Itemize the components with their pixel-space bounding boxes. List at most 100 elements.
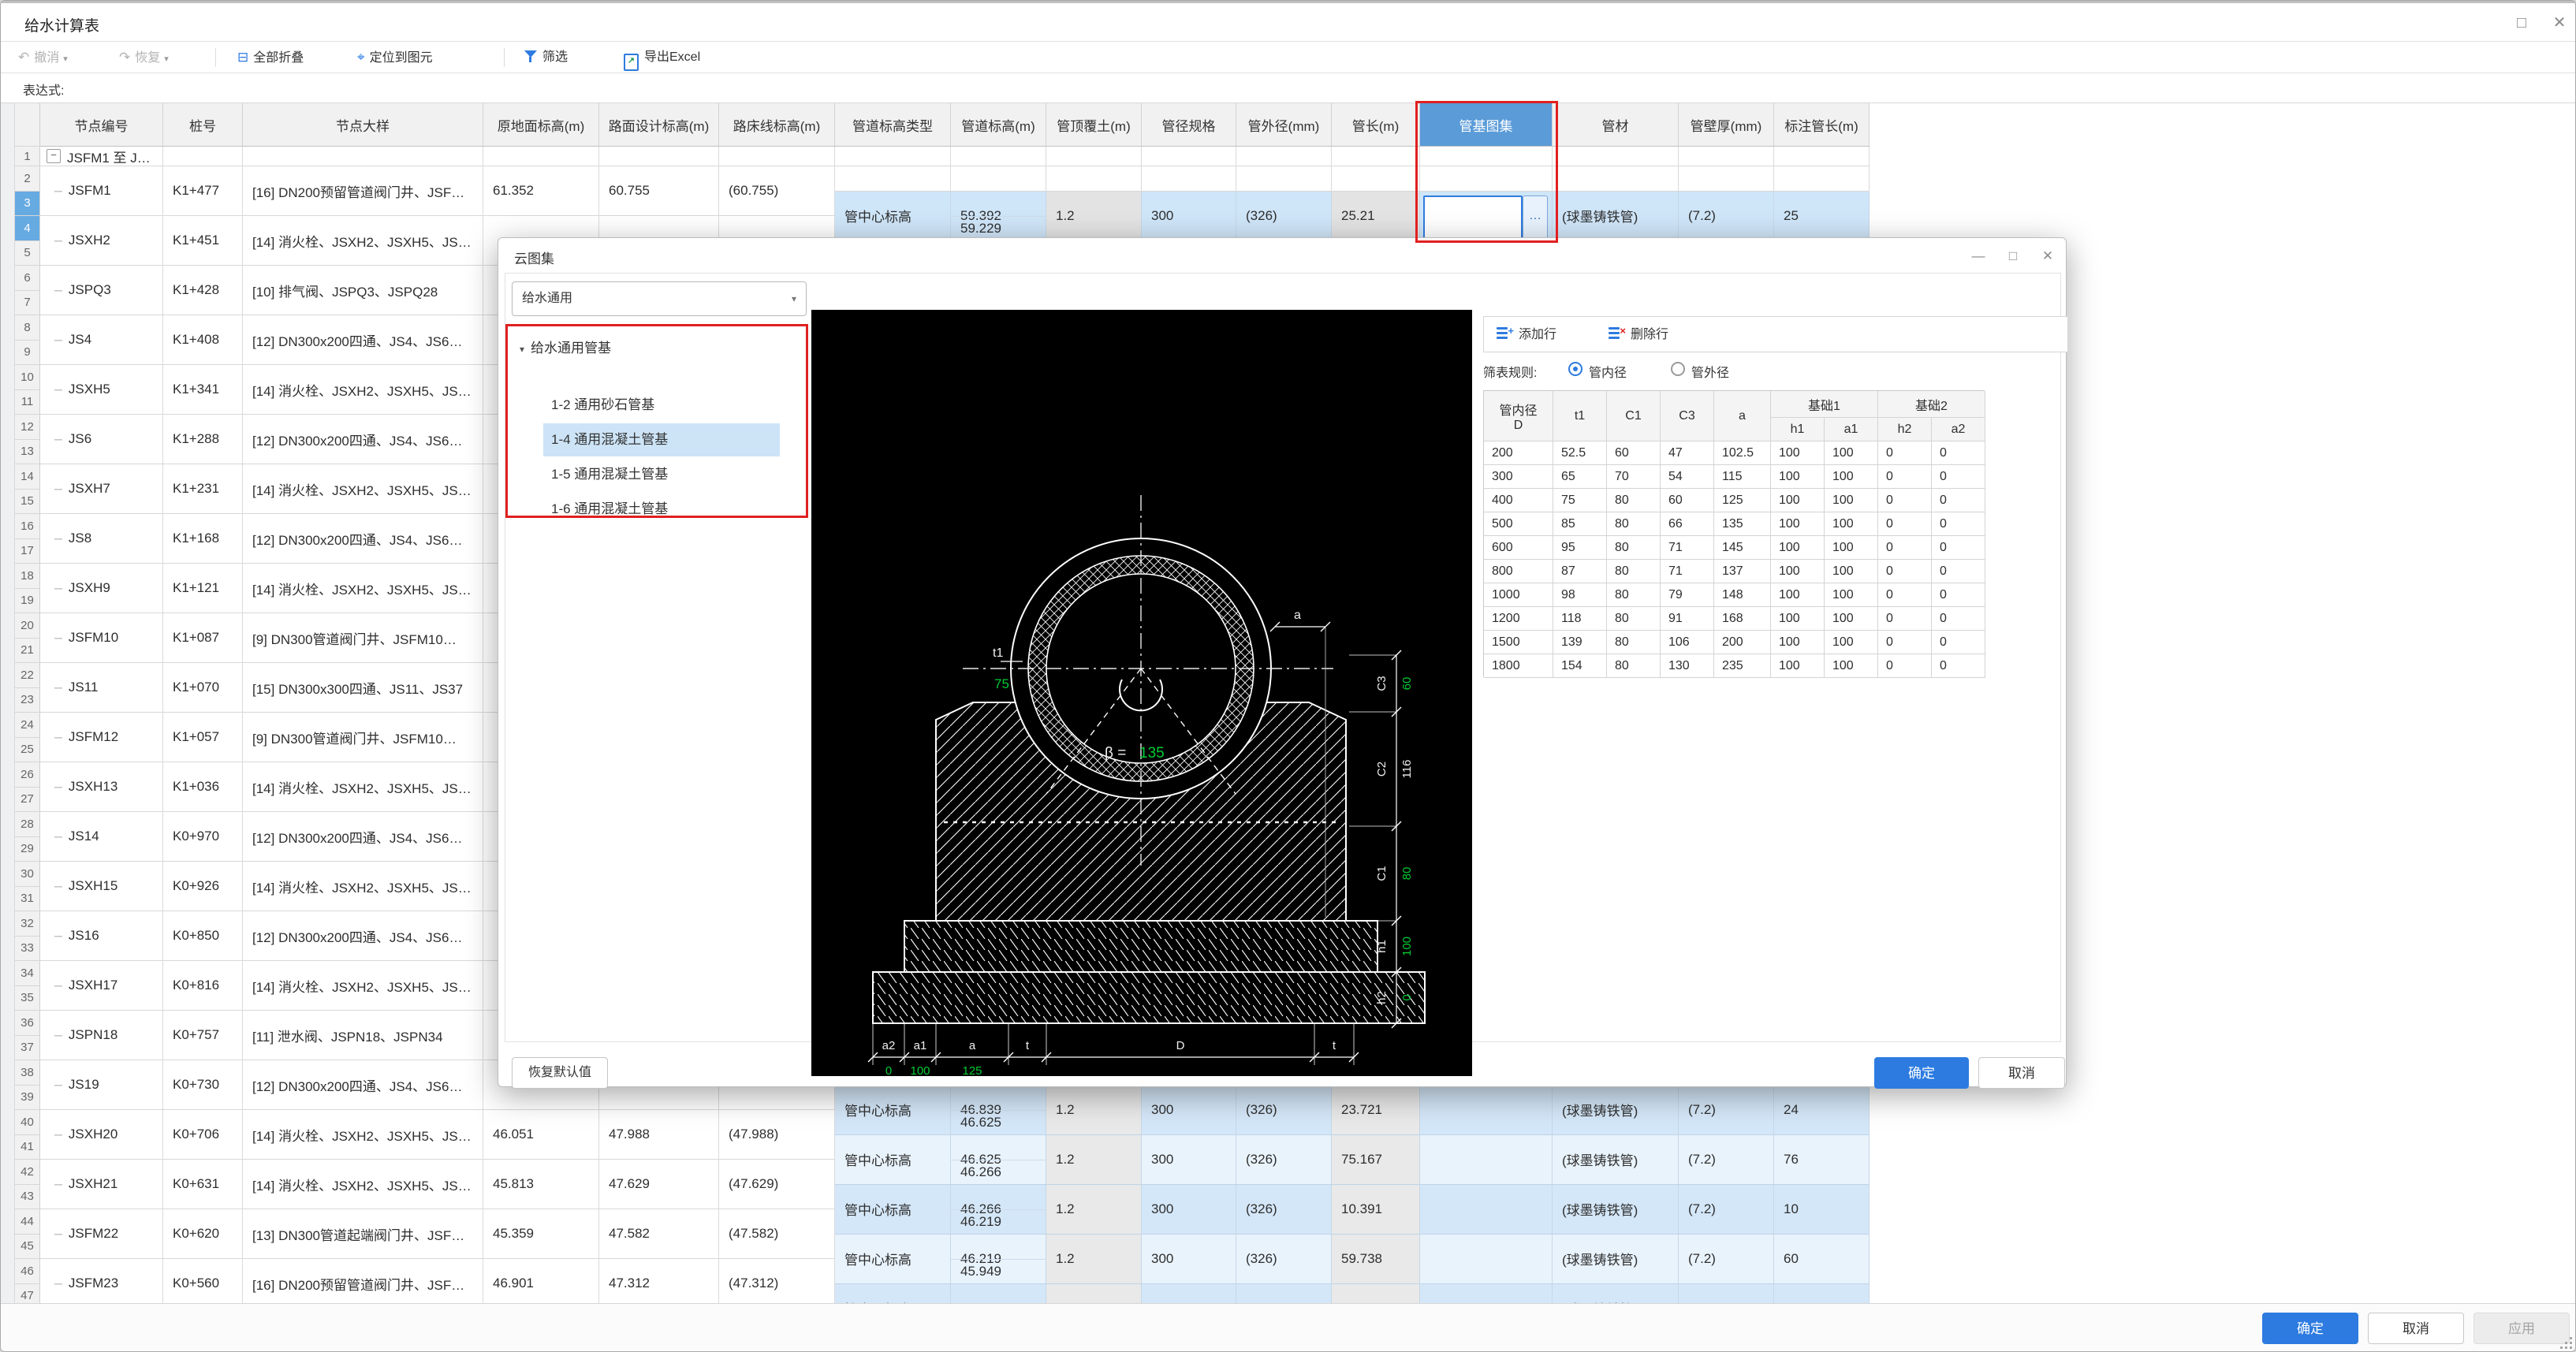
row-number[interactable]: 43	[15, 1185, 40, 1210]
cell-foundation-atlas[interactable]: …	[1420, 192, 1553, 241]
cell-pipe-elev[interactable]: 45.949	[951, 1284, 1046, 1304]
param-cell[interactable]: 100	[1825, 536, 1878, 560]
atlas-category-select[interactable]: 给水通用 ▾	[512, 281, 807, 316]
cell-pipe-length[interactable]: 23.721	[1332, 1086, 1420, 1135]
dialog-ok-button[interactable]: 确定	[1874, 1057, 1969, 1089]
column-header-11[interactable]: 管外径(mm)	[1236, 103, 1332, 147]
cell-stake[interactable]: K0+816	[163, 961, 243, 1011]
cell-outer-diameter[interactable]: (326)	[1236, 1086, 1332, 1135]
row-number[interactable]: 19	[15, 589, 40, 614]
row-number[interactable]: 24	[15, 713, 40, 738]
close-icon[interactable]: ✕	[2546, 11, 2573, 35]
row-number[interactable]: 7	[15, 291, 40, 316]
param-cell[interactable]: 400	[1484, 489, 1553, 512]
param-cell[interactable]: 85	[1553, 512, 1607, 536]
param-cell[interactable]: 80	[1607, 536, 1661, 560]
param-header-group2[interactable]: 基础2	[1878, 391, 1985, 418]
cell-stake[interactable]: K1+057	[163, 713, 243, 762]
param-cell[interactable]: 100	[1825, 631, 1878, 654]
delete-row-button[interactable]: ×删除行	[1609, 323, 1668, 347]
param-cell[interactable]: 0	[1932, 536, 1985, 560]
row-number[interactable]: 14	[15, 464, 40, 490]
cell-node-id[interactable]: ─JS4	[40, 315, 163, 365]
cell-pipe-elev[interactable]: 46.26646.219	[951, 1185, 1046, 1235]
cell-road-elev[interactable]: 47.582	[599, 1209, 719, 1259]
cell-subgrade-elev[interactable]: (47.988)	[719, 1110, 835, 1160]
cell-cover-depth[interactable]: 1.2	[1046, 1185, 1142, 1235]
param-cell[interactable]: 100	[1771, 512, 1825, 536]
param-cell[interactable]: 0	[1878, 607, 1932, 631]
cell-pipe-elev[interactable]: 46.21945.949	[951, 1235, 1046, 1284]
filter-button[interactable]: 筛选	[524, 46, 568, 69]
param-cell[interactable]: 60	[1607, 441, 1661, 465]
cell-node-detail[interactable]: [12] DN300x200四通、JS4、JS6…	[243, 812, 483, 862]
param-cell[interactable]: 1000	[1484, 583, 1553, 607]
cell-ground-elev[interactable]: 45.813	[483, 1160, 599, 1209]
cell-cover-depth[interactable]: 1.2	[1046, 192, 1142, 241]
param-cell[interactable]: 0	[1878, 654, 1932, 678]
param-cell[interactable]: 0	[1932, 654, 1985, 678]
row-number[interactable]: 2	[15, 166, 40, 192]
row-number[interactable]: 31	[15, 887, 40, 912]
cell-stake[interactable]: K1+428	[163, 266, 243, 315]
cell-stake[interactable]: K1+451	[163, 216, 243, 266]
param-cell[interactable]: 100	[1825, 607, 1878, 631]
param-cell[interactable]: 200	[1484, 441, 1553, 465]
cell-node-id[interactable]: ─JSXH9	[40, 564, 163, 613]
collapse-icon[interactable]: −	[47, 149, 61, 163]
restore-defaults-button[interactable]: 恢复默认值	[512, 1057, 608, 1089]
row-number[interactable]: 3	[15, 192, 40, 217]
cell-foundation-atlas[interactable]	[1420, 1185, 1553, 1235]
cell-node-detail[interactable]: [12] DN300x200四通、JS4、JS6…	[243, 911, 483, 961]
add-row-button[interactable]: +添加行	[1497, 323, 1556, 347]
cell-stake[interactable]: K0+757	[163, 1011, 243, 1060]
cell-subgrade-elev[interactable]: (47.312)	[719, 1259, 835, 1303]
param-cell[interactable]: 75	[1553, 489, 1607, 512]
cell-node-detail[interactable]: [14] 消火栓、JSXH2、JSXH5、JS…	[243, 564, 483, 613]
row-number[interactable]: 35	[15, 986, 40, 1011]
column-header-9[interactable]: 管顶覆土(m)	[1046, 103, 1142, 147]
cell-node-id[interactable]: ─JSFM12	[40, 713, 163, 762]
tree-item-3[interactable]: 1-5 通用混凝土管基	[543, 458, 780, 491]
cell-pipe-spec[interactable]: 300	[1142, 1235, 1236, 1284]
cell-note-length[interactable]	[1774, 1284, 1870, 1304]
param-cell[interactable]: 100	[1771, 560, 1825, 583]
cell-node-id[interactable]: ─JSPN18	[40, 1011, 163, 1060]
cell-node-id[interactable]: ─JSXH5	[40, 365, 163, 415]
row-number[interactable]: 22	[15, 663, 40, 688]
cell-node-detail[interactable]: [14] 消火栓、JSXH2、JSXH5、JS…	[243, 1110, 483, 1160]
cell-material[interactable]: (球墨铸铁管)	[1553, 1086, 1679, 1135]
param-cell[interactable]: 54	[1661, 465, 1714, 489]
param-header-t1[interactable]: t1	[1553, 391, 1607, 441]
cell-material[interactable]: (球墨铸铁管)	[1553, 1135, 1679, 1185]
cell-node-id[interactable]: ─JSFM22	[40, 1209, 163, 1259]
apply-button[interactable]: 应用	[2473, 1313, 2570, 1344]
param-cell[interactable]: 91	[1661, 607, 1714, 631]
cell-node-detail[interactable]: [14] 消火栓、JSXH2、JSXH5、JS…	[243, 961, 483, 1011]
cell-wall-thickness[interactable]: (7.2)	[1679, 1135, 1774, 1185]
cancel-button[interactable]: 取消	[2368, 1313, 2464, 1344]
row-number[interactable]: 28	[15, 812, 40, 837]
cell-elev-type[interactable]: 管中心标高	[835, 1086, 951, 1135]
column-header-6[interactable]: 路床线标高(m)	[719, 103, 835, 147]
cell-node-id[interactable]: ─JS14	[40, 812, 163, 862]
param-cell[interactable]: 100	[1771, 441, 1825, 465]
cell-wall-thickness[interactable]: (7.2)	[1679, 1086, 1774, 1135]
radio-2[interactable]	[1671, 362, 1685, 376]
column-header-4[interactable]: 原地面标高(m)	[483, 103, 599, 147]
row-number[interactable]: 15	[15, 490, 40, 515]
param-subheader-a2[interactable]: a2	[1932, 418, 1985, 441]
cell-wall-thickness[interactable]: (7.2)	[1679, 1185, 1774, 1235]
param-cell[interactable]: 100	[1771, 489, 1825, 512]
row-number[interactable]: 33	[15, 937, 40, 962]
param-cell[interactable]: 0	[1932, 441, 1985, 465]
locate-element-button[interactable]: ⌖定位到图元	[357, 46, 433, 69]
row-number[interactable]: 6	[15, 266, 40, 291]
row-number[interactable]: 20	[15, 613, 40, 639]
param-cell[interactable]: 600	[1484, 536, 1553, 560]
param-cell[interactable]: 200	[1714, 631, 1771, 654]
row-number[interactable]: 39	[15, 1086, 40, 1111]
cell-node-id[interactable]: ─JS16	[40, 911, 163, 961]
param-cell[interactable]: 0	[1932, 512, 1985, 536]
param-cell[interactable]: 154	[1553, 654, 1607, 678]
